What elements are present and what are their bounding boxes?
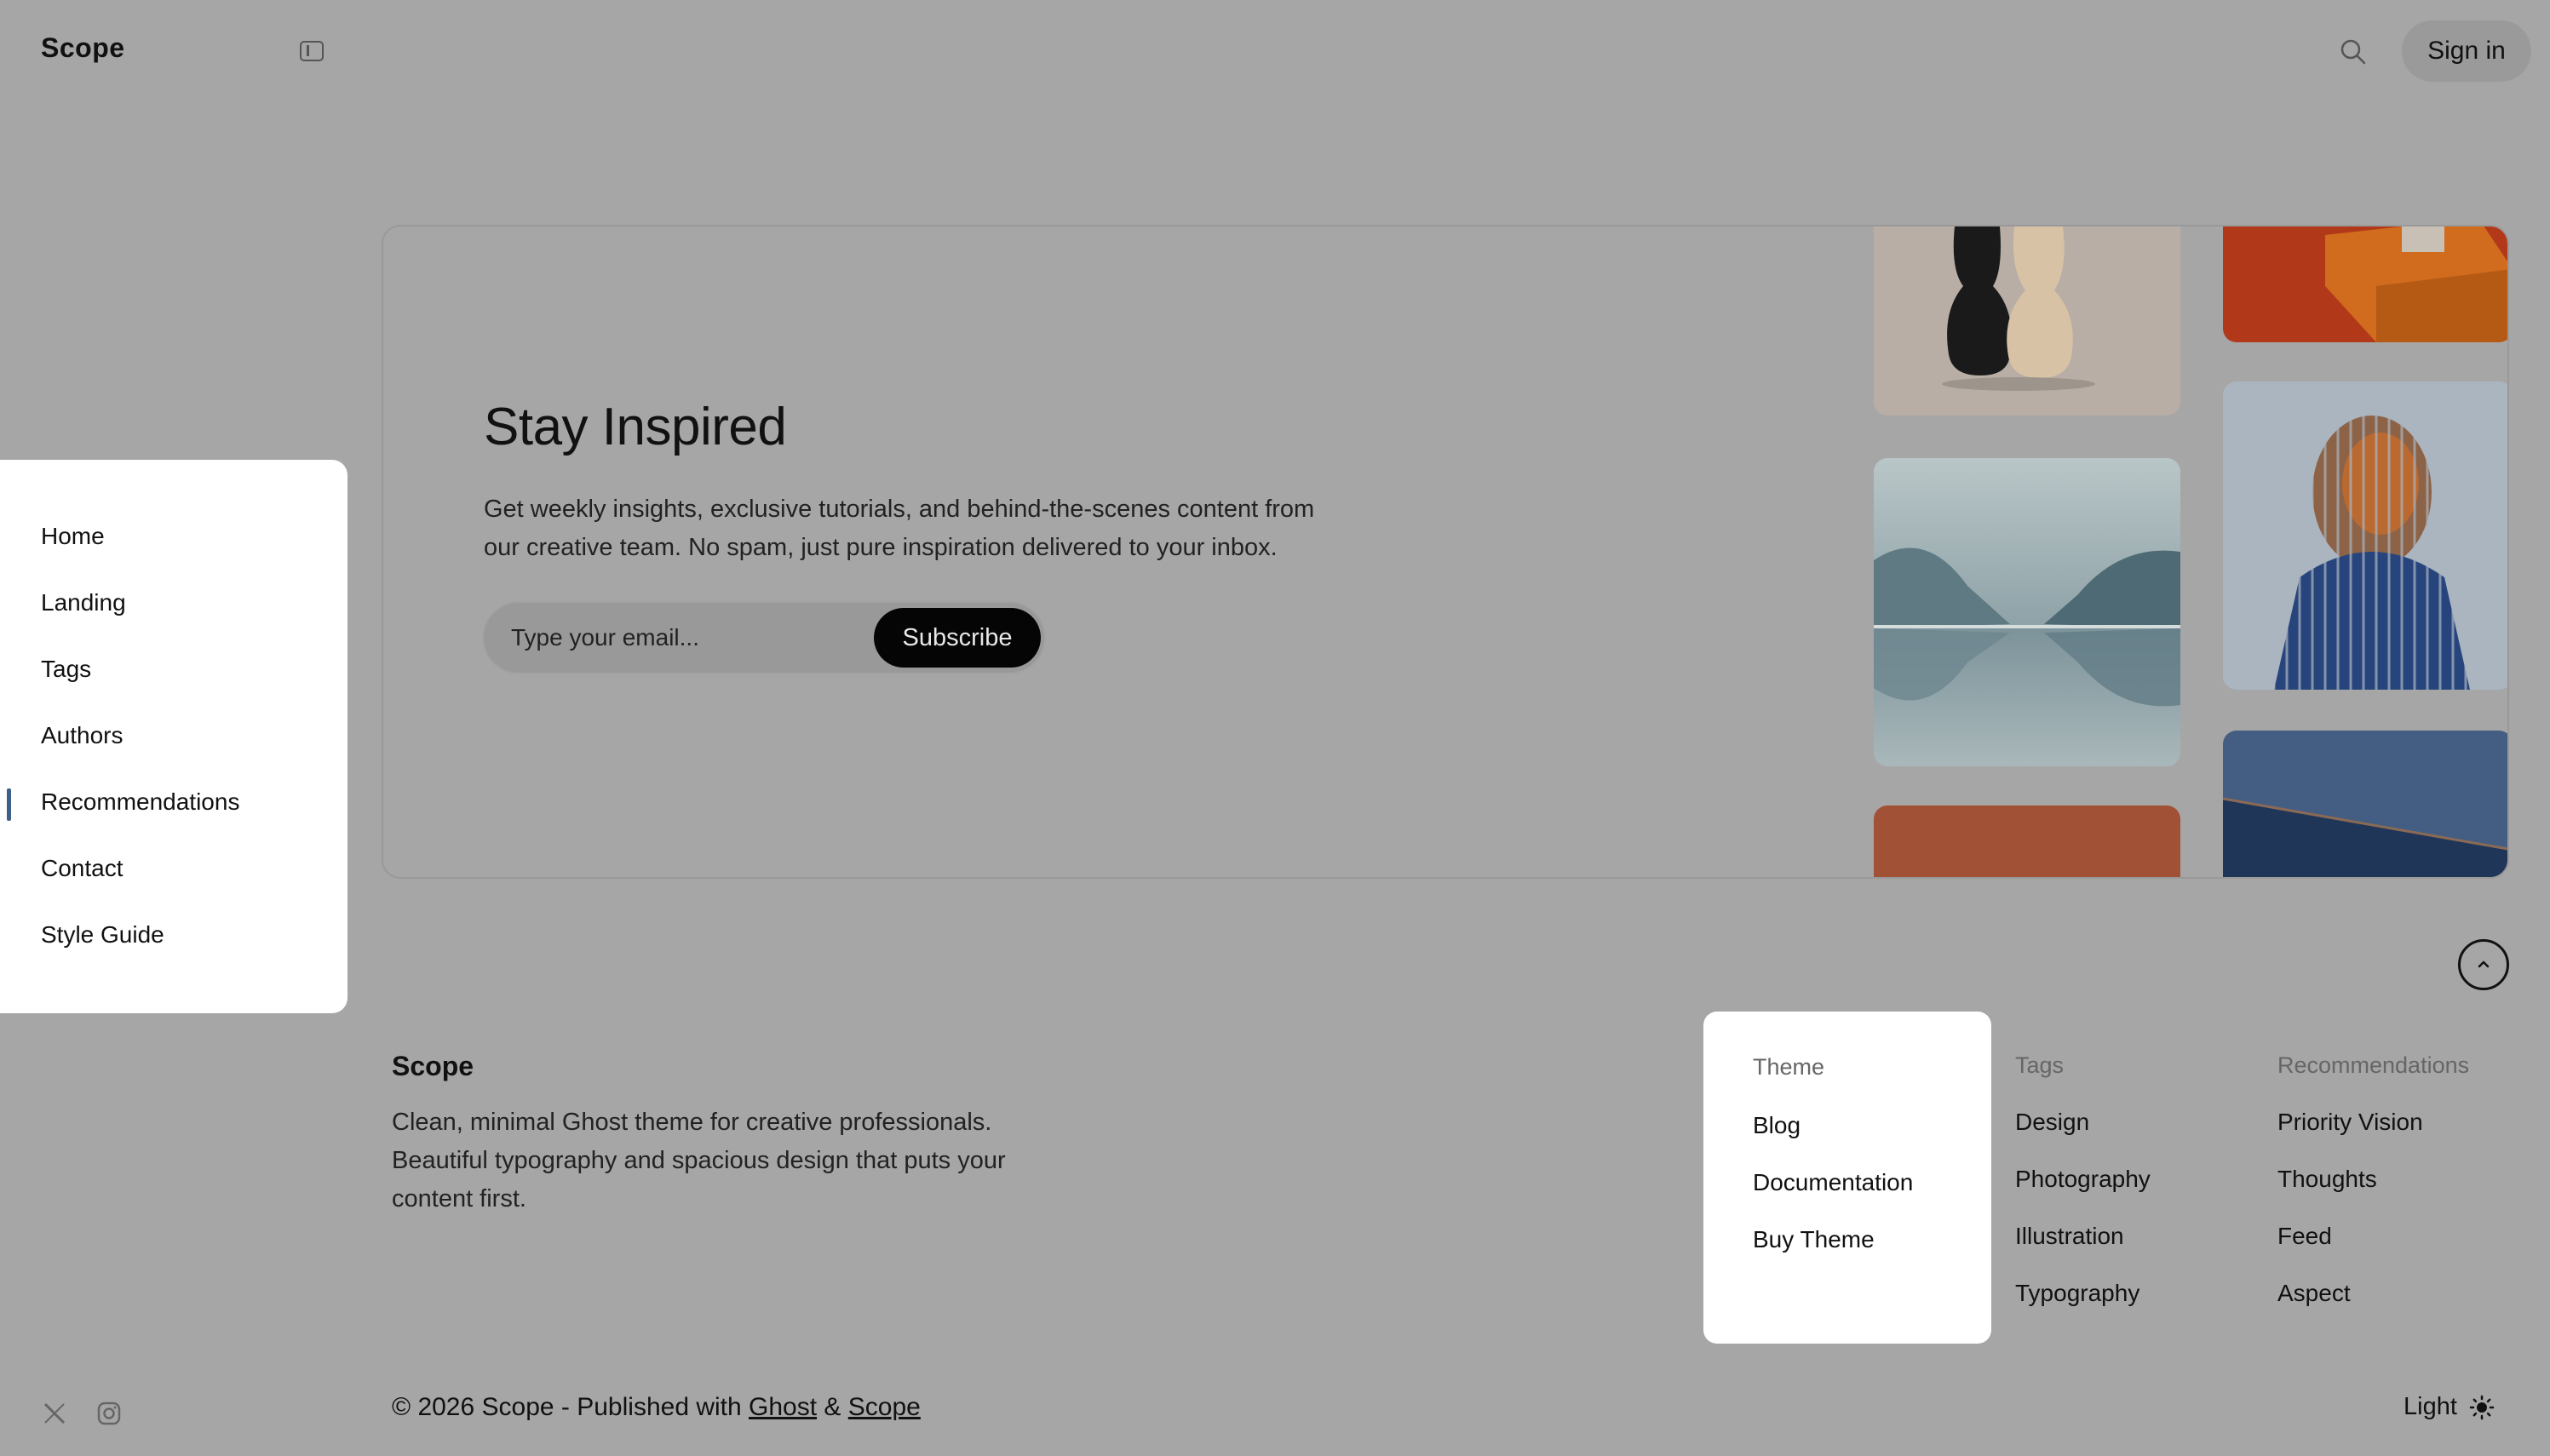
footer-column-heading: Tags <box>2015 1052 2065 1078</box>
x-logo-icon[interactable] <box>41 1400 68 1427</box>
nav-item-home[interactable]: Home <box>41 523 105 550</box>
footer-link-buy-theme[interactable]: Buy Theme <box>1753 1226 1875 1253</box>
newsletter-description-line: Get weekly insights, exclusive tutorials… <box>484 496 1315 523</box>
footer-description: Clean, minimal Ghost theme for creative … <box>392 1103 1090 1218</box>
email-input[interactable] <box>484 603 859 673</box>
footer-theme-panel: Theme Blog Documentation Buy Theme <box>1703 1012 1991 1344</box>
footer-link-thoughts[interactable]: Thoughts <box>2277 1166 2377 1193</box>
orange-shapes-image <box>2223 226 2507 342</box>
nav-item-recommendations[interactable]: Recommendations <box>41 788 239 816</box>
active-indicator <box>7 788 11 821</box>
newsletter-description: Get weekly insights, exclusive tutorials… <box>484 490 1438 567</box>
scope-link[interactable]: Scope <box>848 1393 921 1421</box>
footer-description-line: Beautiful typography and spacious design… <box>392 1147 1006 1174</box>
sun-icon <box>2469 1395 2495 1419</box>
search-icon[interactable] <box>2339 37 2368 66</box>
mode-label: Light <box>2404 1393 2457 1420</box>
instagram-icon[interactable] <box>95 1400 123 1427</box>
blue-building-image <box>2223 731 2507 877</box>
vases-image <box>1874 226 2180 416</box>
footer-link-photography[interactable]: Photography <box>2015 1166 2151 1193</box>
nav-item-landing[interactable]: Landing <box>41 589 126 616</box>
nav-item-authors[interactable]: Authors <box>41 722 123 749</box>
footer-link-priority-vision[interactable]: Priority Vision <box>2277 1109 2423 1136</box>
sidebar-nav: Home Landing Tags Authors Recommendation… <box>0 460 347 1013</box>
footer-link-documentation[interactable]: Documentation <box>1753 1169 1913 1196</box>
ampersand: & <box>824 1393 841 1421</box>
site-logo[interactable]: Scope <box>41 32 125 64</box>
nav-item-tags[interactable]: Tags <box>41 656 91 683</box>
sidebar-toggle-icon[interactable] <box>300 41 324 61</box>
copyright-text: © 2026 Scope - Published with <box>392 1393 742 1421</box>
copyright: © 2026 Scope - Published with Ghost & Sc… <box>392 1393 921 1422</box>
nav-item-contact[interactable]: Contact <box>41 855 123 882</box>
footer-link-typography[interactable]: Typography <box>2015 1280 2139 1307</box>
footer-description-line: content first. <box>392 1185 526 1212</box>
lake-image <box>1874 458 2180 766</box>
footer-link-feed[interactable]: Feed <box>2277 1223 2332 1250</box>
footer-link-aspect[interactable]: Aspect <box>2277 1280 2351 1307</box>
subscribe-button[interactable]: Subscribe <box>874 608 1041 668</box>
color-mode-toggle[interactable]: Light <box>2404 1393 2495 1421</box>
subscribe-form: Subscribe <box>482 601 1046 674</box>
abstract-figure-image <box>2223 381 2507 690</box>
footer-description-line: Clean, minimal Ghost theme for creative … <box>392 1109 992 1136</box>
newsletter-description-line: our creative team. No spam, just pure in… <box>484 534 1278 561</box>
nav-item-style-guide[interactable]: Style Guide <box>41 921 164 949</box>
footer-brand[interactable]: Scope <box>392 1051 474 1082</box>
orange-tile-image <box>1874 805 2180 877</box>
footer-link-design[interactable]: Design <box>2015 1109 2089 1136</box>
ghost-link[interactable]: Ghost <box>749 1393 817 1421</box>
newsletter-title: Stay Inspired <box>484 398 787 456</box>
footer-column-heading: Theme <box>1753 1054 1825 1080</box>
chevron-up-icon <box>2478 960 2490 968</box>
footer-link-blog[interactable]: Blog <box>1753 1112 1801 1139</box>
back-to-top-button[interactable] <box>2458 939 2509 990</box>
sign-in-button[interactable]: Sign in <box>2402 20 2531 82</box>
footer-link-illustration[interactable]: Illustration <box>2015 1223 2124 1250</box>
footer-column-heading: Recommendations <box>2277 1052 2470 1078</box>
